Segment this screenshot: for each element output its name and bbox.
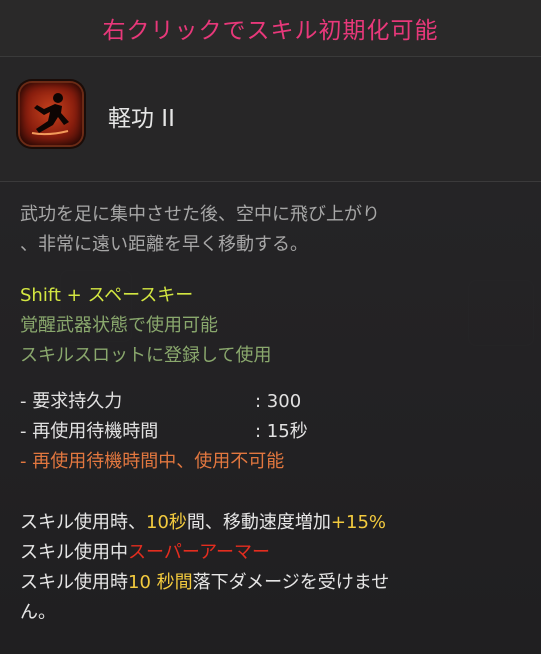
cooldown-warning: - 再使用待機時間中、使用不可能: [20, 451, 285, 472]
super-armor-text: スーパーアーマー: [128, 542, 271, 563]
effect-duration: 10秒: [146, 512, 187, 533]
description-line: 、非常に遠い距離を早く移動する。: [20, 234, 308, 255]
effect-speed-line: スキル使用時、10秒間、移動速度増加+15%: [20, 508, 386, 538]
effect-text: スキル使用中: [20, 542, 128, 563]
effect-super-armor-line: スキル使用中スーパーアーマー: [20, 538, 270, 568]
reset-hint-banner[interactable]: 右クリックでスキル初期化可能: [0, 0, 541, 57]
requirement-value: : 300: [255, 391, 302, 412]
requirement-label: - 要求持久力: [20, 391, 123, 412]
condition-line: スキルスロットに登録して使用: [20, 345, 272, 366]
effect-text: 落下ダメージを受けませ: [192, 572, 390, 593]
requirement-value: : 15秒: [255, 421, 308, 442]
running-figure-icon: [20, 83, 82, 145]
condition-line: 覚醒武器状態で使用可能: [20, 315, 218, 336]
requirement-label: - 再使用待機時間: [20, 421, 159, 442]
requirement-stamina: - 要求持久力 : 300: [20, 387, 301, 417]
effect-fall-damage-line-end: ん。: [20, 602, 56, 623]
command-key: Shift + スペースキー: [20, 285, 194, 306]
skill-tooltip: 右クリックでスキル初期化可能 軽功 II 武功を足に集中させた後、空中に飛び上が…: [0, 0, 541, 654]
effect-value: +15%: [330, 512, 386, 533]
reset-hint-text: 右クリックでスキル初期化可能: [102, 18, 439, 44]
effect-text: スキル使用時: [20, 572, 128, 593]
skill-description: 武功を足に集中させた後、空中に飛び上がり 、非常に遠い距離を早く移動する。: [20, 200, 380, 260]
requirement-cooldown: - 再使用待機時間 : 15秒: [20, 417, 308, 447]
description-line: 武功を足に集中させた後、空中に飛び上がり: [20, 204, 380, 225]
effect-fall-damage-line: スキル使用時10 秒間落下ダメージを受けませ: [20, 568, 389, 598]
skill-name: 軽功 II: [108, 106, 175, 132]
effect-text: スキル使用時、: [20, 512, 146, 533]
skill-header: 軽功 II: [0, 57, 541, 182]
effect-text: 間、移動速度増加: [186, 512, 331, 533]
effect-duration: 10 秒間: [128, 572, 193, 593]
